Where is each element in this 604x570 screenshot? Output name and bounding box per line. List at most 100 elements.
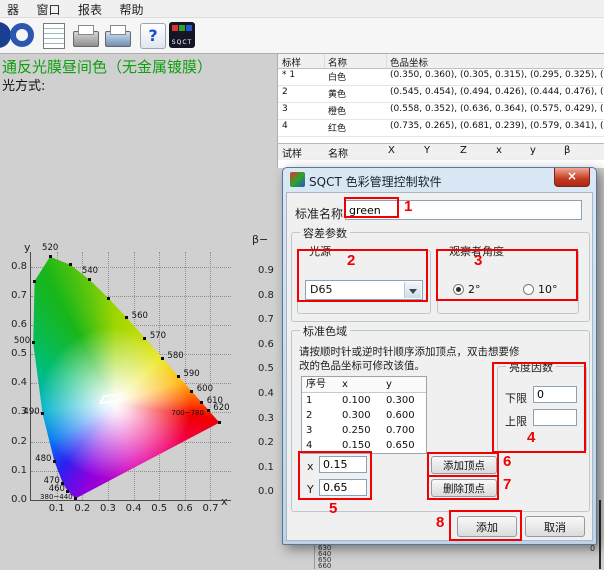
observer-2deg-radio[interactable]: 2° [453,283,481,296]
beta-tick-label: 0.9 [258,265,274,276]
radio-dot [453,284,464,295]
vertex-row[interactable]: 20.3000.600 [302,408,426,423]
menu-item-instrument[interactable]: 器 [0,0,26,19]
locus-marker [74,497,77,500]
vertex-row[interactable]: 40.1500.650 [302,438,426,453]
x-tick-label: 0.4 [125,503,143,514]
y-tick-label: 0.0 [5,494,27,505]
dialog-title: SQCT 色彩管理控制软件 [309,173,442,190]
col-standard: 标样 [282,55,301,69]
light-source-value: D65 [310,283,332,296]
locus-label: 500 [14,337,30,346]
table-row[interactable]: 3 橙色 (0.558, 0.352), (0.636, 0.364), (0.… [278,103,604,120]
y-tick-label: 0.7 [5,290,27,301]
light-source-dropdown[interactable]: D65 [305,280,423,300]
observer-10deg-radio[interactable]: 10° [523,283,558,296]
locus-label: 480 [35,455,51,464]
lower-limit-label: 下限 [505,390,527,406]
close-button[interactable]: × [554,168,590,187]
report-notepad-icon[interactable] [40,21,68,49]
x-tick-label: 0.2 [73,503,91,514]
table-row[interactable]: 2 黄色 (0.545, 0.454), (0.494, 0.426), (0.… [278,86,604,103]
y-coord-input[interactable] [319,479,367,496]
y-tick-label: 0.4 [5,377,27,388]
fragment-divider [314,545,315,569]
locus-marker [61,482,64,485]
page-subtitle: 光方式: [2,75,45,94]
beta-axis: β− 0.90.80.70.60.50.40.30.20.10.0 [248,233,282,503]
locus-label: 700~780 [171,409,204,418]
menu-item-help[interactable]: 帮助 [113,0,151,19]
printer-icon[interactable] [72,21,100,49]
help-glyph: ? [140,23,166,49]
x-tick-label: 0.5 [150,503,168,514]
locus-label: 620 [213,404,229,413]
vertex-table[interactable]: 序号xy 10.1000.300 20.3000.600 30.2500.700… [301,376,427,454]
x-coord-input[interactable] [319,456,367,473]
locus-label: 580 [167,352,183,361]
y-tick-label: 0.8 [5,261,27,272]
circle-tool-icon[interactable] [8,21,36,49]
beta-tick-label: 0.0 [258,486,274,497]
locus-marker [88,278,91,281]
sqct-logo-icon[interactable]: SQCT [168,21,196,49]
delete-vertex-button[interactable]: 删除顶点 [431,479,497,497]
add-vertex-button[interactable]: 添加顶点 [431,456,497,474]
standard-name-label: 标准名称: [295,205,347,222]
locus-marker [200,401,203,404]
locus-marker [49,255,52,258]
locus-label: 540 [82,267,98,276]
x-tick-label: 0.6 [176,503,194,514]
table-row[interactable]: 4 红色 (0.735, 0.265), (0.681, 0.239), (0.… [278,120,604,137]
locus-label: 590 [183,370,199,379]
locus-label: 600 [197,385,213,394]
locus-marker [218,421,221,424]
locus-marker [41,412,44,415]
instruction-line1: 请按顺时针或逆时针顺序添加顶点，双击想要修 [299,344,520,359]
beta-tick-label: 0.8 [258,290,274,301]
locus-marker [33,280,36,283]
upper-limit-label: 上限 [505,413,527,429]
col-coords: 色品坐标 [390,55,428,69]
locus-label: 470 [44,477,60,486]
beta-tick-label: 0.3 [258,413,274,424]
chevron-down-icon[interactable] [404,282,421,298]
locus-marker [66,490,69,493]
beta-tick-label: 0.6 [258,339,274,350]
x-tick-label: 0.1 [48,503,66,514]
locus-marker [125,316,128,319]
upper-limit-input[interactable] [533,409,577,426]
beta-axis-label: β− [252,233,268,246]
locus-label: 520 [42,244,58,253]
vertex-row[interactable]: 10.1000.300 [302,393,426,408]
cancel-button[interactable]: 取消 [525,516,585,537]
menu-item-window[interactable]: 窗口 [30,0,68,19]
add-button[interactable]: 添加 [457,516,517,537]
x-tick-label: 0.7 [201,503,219,514]
y-coord-label: Y [307,483,314,496]
locus-marker [190,390,193,393]
lower-limit-input[interactable] [533,386,577,403]
standards-table: 标样 名称 色品坐标 * 1 白色 (0.350, 0.360), (0.305… [277,54,604,143]
menu-item-report[interactable]: 报表 [71,0,109,19]
x-tick-label: 0.3 [99,503,117,514]
locus-label: 560 [132,312,148,321]
menu-bar: 器 窗口 报表 帮助 [0,0,604,18]
cie-gamut-horseshoe [31,252,231,500]
toolbar: ? SQCT [0,18,604,54]
chromaticity-plot: 0.10.20.30.40.50.60.70.80.70.60.50.40.30… [30,252,231,501]
print-export-icon[interactable] [104,21,132,49]
vertex-row[interactable]: 30.2500.700 [302,423,426,438]
locus-label: 570 [150,332,166,341]
radio-dot [523,284,534,295]
dialog-icon [290,172,305,187]
locus-marker [53,460,56,463]
x-coord-label: x [307,460,314,473]
table-row[interactable]: * 1 白色 (0.350, 0.360), (0.305, 0.315), (… [278,69,604,86]
locus-marker [143,337,146,340]
standard-name-input[interactable] [345,200,582,220]
help-icon[interactable]: ? [138,21,166,49]
vertex-table-header: 序号xy [302,377,426,393]
y-tick-label: 0.6 [5,319,27,330]
instruction-line2: 改的色品坐标可修改该值。 [299,358,425,373]
